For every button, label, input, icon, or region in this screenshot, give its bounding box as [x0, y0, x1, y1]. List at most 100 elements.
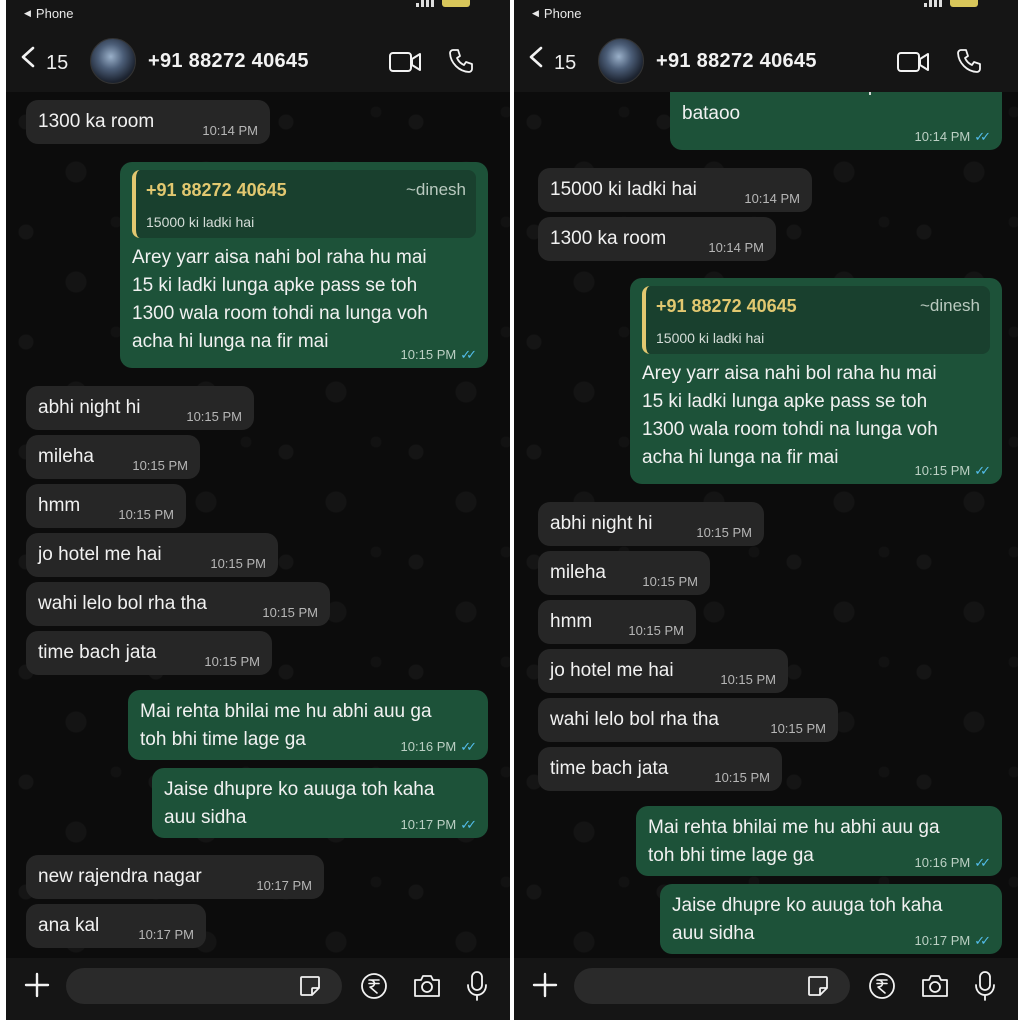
message-time: 10:17 PM: [256, 878, 312, 893]
plus-icon[interactable]: [532, 972, 558, 998]
message-time: 10:15 PM: [210, 556, 266, 571]
sticker-icon[interactable]: [806, 974, 830, 998]
message-time: 10:15 PM: [262, 605, 318, 620]
battery-icon: [950, 0, 978, 7]
back-triangle-icon: ◀: [532, 8, 539, 18]
left-screenshot: ◀ Phone 15 +91 88272 40645 1300 ka room …: [6, 0, 510, 1020]
video-call-icon[interactable]: [388, 50, 422, 74]
back-app-label: Phone: [543, 6, 582, 21]
mic-icon[interactable]: [974, 970, 996, 1002]
read-ticks-icon: ✓✓: [974, 463, 991, 478]
message-time: 10:15 PM: [642, 574, 698, 589]
composer-bar: [6, 958, 510, 1020]
read-ticks-icon: ✓✓: [460, 817, 477, 832]
message-time: 10:15 PM: [186, 409, 242, 424]
message-time: 10:16 PM ✓✓: [400, 739, 477, 754]
message-bubble[interactable]: wahi lelo bol rha tha 10:15 PM: [538, 698, 838, 742]
chat-header: 15 +91 88272 40645: [514, 26, 1018, 92]
message-bubble[interactable]: +91 88272 40645 ~dinesh 15000 ki ladki h…: [120, 162, 488, 368]
message-bubble[interactable]: hmm 10:15 PM: [26, 484, 186, 528]
message-text: Arey yarr aisa nahi bol raha hu mai 15 k…: [132, 247, 428, 352]
sticker-icon[interactable]: [298, 974, 322, 998]
message-time: 10:15 PM: [714, 770, 770, 785]
read-ticks-icon: ✓✓: [974, 933, 991, 948]
message-bubble[interactable]: 15000 ki ladki hai 10:14 PM: [538, 168, 812, 212]
phone-call-icon[interactable]: [956, 48, 982, 74]
quoted-message[interactable]: +91 88272 40645 ~dinesh 15000 ki ladki h…: [132, 170, 476, 238]
message-bubble[interactable]: jo hotel me hai 10:15 PM: [26, 533, 278, 577]
battery-icon: [442, 0, 470, 7]
message-bubble[interactable]: Abhi aa raha hu kaha pass auu bataoo 10:…: [670, 92, 1002, 150]
message-bubble[interactable]: 1300 ka room 10:14 PM: [538, 217, 776, 261]
video-call-icon[interactable]: [896, 50, 930, 74]
message-list[interactable]: 1300 ka room 10:14 PM +91 88272 40645 ~d…: [6, 92, 510, 958]
mic-icon[interactable]: [466, 970, 488, 1002]
message-time: 10:15 PM ✓✓: [914, 463, 991, 478]
message-bubble[interactable]: 1300 ka room 10:14 PM: [26, 100, 270, 144]
message-text: Arey yarr aisa nahi bol raha hu mai 15 k…: [642, 363, 938, 468]
message-bubble[interactable]: time bach jata 10:15 PM: [538, 747, 782, 791]
signal-icon: [416, 0, 434, 7]
message-bubble[interactable]: Mai rehta bhilai me hu abhi auu ga toh b…: [636, 806, 1002, 876]
composer-bar: [514, 958, 1018, 1020]
read-ticks-icon: ✓✓: [974, 855, 991, 870]
message-bubble[interactable]: abhi night hi 10:15 PM: [26, 386, 254, 430]
message-bubble[interactable]: Jaise dhupre ko auuga toh kaha auu sidha…: [660, 884, 1002, 954]
message-time: 10:14 PM: [708, 240, 764, 255]
camera-icon[interactable]: [412, 972, 442, 1000]
back-app-label: Phone: [35, 6, 74, 21]
message-bubble[interactable]: mileha 10:15 PM: [26, 435, 200, 479]
contact-name[interactable]: +91 88272 40645: [656, 50, 817, 73]
message-bubble[interactable]: jo hotel me hai 10:15 PM: [538, 649, 788, 693]
plus-icon[interactable]: [24, 972, 50, 998]
message-time: 10:15 PM: [628, 623, 684, 638]
message-time: 10:14 PM: [744, 191, 800, 206]
read-ticks-icon: ✓✓: [974, 129, 991, 144]
quoted-message[interactable]: +91 88272 40645 ~dinesh 15000 ki ladki h…: [642, 286, 990, 354]
quoted-text: 15000 ki ladki hai: [656, 330, 765, 346]
chat-header: 15 +91 88272 40645: [6, 26, 510, 92]
camera-icon[interactable]: [920, 972, 950, 1000]
avatar[interactable]: [90, 38, 136, 84]
right-screenshot: ◀ Phone 15 +91 88272 40645 Abhi aa raha …: [514, 0, 1018, 1020]
message-bubble[interactable]: wahi lelo bol rha tha 10:15 PM: [26, 582, 330, 626]
status-bar: ◀ Phone: [514, 0, 1018, 26]
status-icons: [416, 0, 470, 7]
message-time: 10:15 PM: [204, 654, 260, 669]
message-bubble[interactable]: Jaise dhupre ko auuga toh kaha auu sidha…: [152, 768, 488, 838]
unread-count[interactable]: 15: [46, 52, 68, 75]
message-bubble[interactable]: +91 88272 40645 ~dinesh 15000 ki ladki h…: [630, 278, 1002, 484]
message-bubble[interactable]: mileha 10:15 PM: [538, 551, 710, 595]
back-arrow-icon[interactable]: [18, 46, 40, 68]
message-bubble[interactable]: new rajendra nagar 10:17 PM: [26, 855, 324, 899]
unread-count[interactable]: 15: [554, 52, 576, 75]
message-bubble[interactable]: hmm 10:15 PM: [538, 600, 696, 644]
message-time: 10:15 PM: [770, 721, 826, 736]
contact-name[interactable]: +91 88272 40645: [148, 50, 309, 73]
quoted-text: 15000 ki ladki hai: [146, 214, 255, 230]
avatar[interactable]: [598, 38, 644, 84]
message-bubble[interactable]: Mai rehta bhilai me hu abhi auu ga toh b…: [128, 690, 488, 760]
back-to-app-link[interactable]: ◀ Phone: [532, 6, 582, 21]
message-bubble[interactable]: abhi night hi 10:15 PM: [538, 502, 764, 546]
phone-call-icon[interactable]: [448, 48, 474, 74]
read-ticks-icon: ✓✓: [460, 347, 477, 362]
rupee-icon[interactable]: [868, 972, 896, 1000]
quoted-alias: ~dinesh: [919, 296, 980, 315]
back-arrow-icon[interactable]: [526, 46, 548, 68]
message-bubble[interactable]: ana kal 10:17 PM: [26, 904, 206, 948]
quoted-alias: ~dinesh: [405, 180, 466, 199]
back-triangle-icon: ◀: [24, 8, 31, 18]
signal-icon: [924, 0, 942, 7]
back-to-app-link[interactable]: ◀ Phone: [24, 6, 74, 21]
status-bar: ◀ Phone: [6, 0, 510, 26]
message-time: 10:17 PM ✓✓: [914, 933, 991, 948]
rupee-icon[interactable]: [360, 972, 388, 1000]
message-time: 10:15 PM: [696, 525, 752, 540]
message-text: Abhi aa raha hu kaha pass auu bataoo: [682, 92, 945, 124]
message-time: 10:17 PM ✓✓: [400, 817, 477, 832]
message-list[interactable]: Abhi aa raha hu kaha pass auu bataoo 10:…: [514, 92, 1018, 958]
message-time: 10:15 PM: [720, 672, 776, 687]
read-ticks-icon: ✓✓: [460, 739, 477, 754]
message-bubble[interactable]: time bach jata 10:15 PM: [26, 631, 272, 675]
